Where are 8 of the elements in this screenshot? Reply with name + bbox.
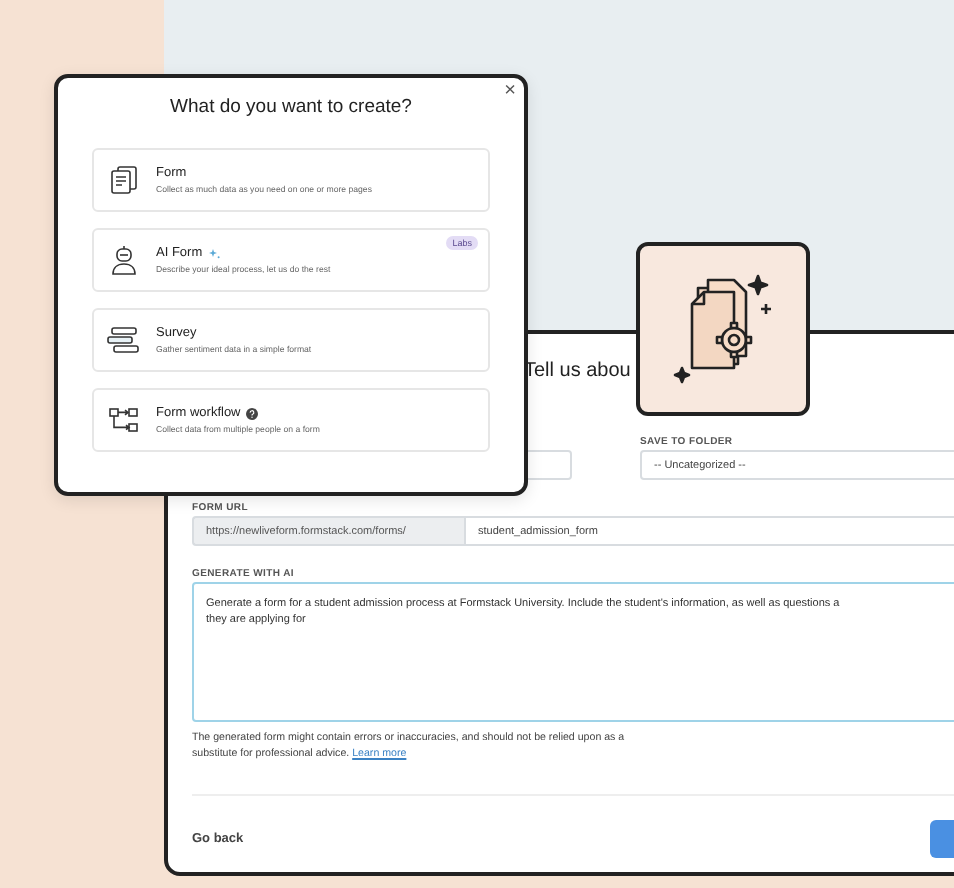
dialog-title: What do you want to create? bbox=[168, 96, 414, 118]
survey-icon bbox=[106, 324, 142, 356]
close-button[interactable]: × bbox=[504, 82, 516, 102]
documents-icon bbox=[108, 164, 140, 196]
robot-icon bbox=[108, 244, 140, 276]
sparkle-icon bbox=[208, 247, 221, 259]
workflow-icon bbox=[108, 406, 140, 434]
help-icon bbox=[246, 407, 259, 419]
